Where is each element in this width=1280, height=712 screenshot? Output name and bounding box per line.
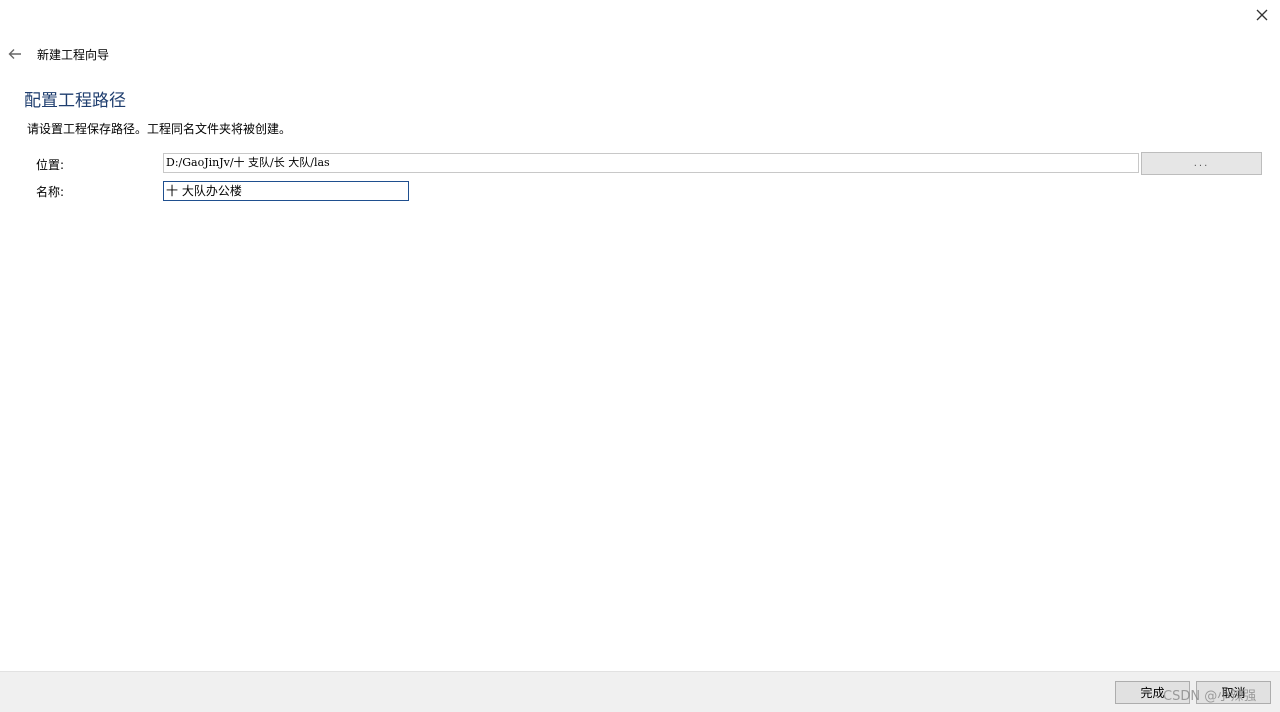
wizard-header: 新建工程向导 <box>6 44 109 64</box>
wizard-window: 新建工程向导 配置工程路径 请设置工程保存路径。工程同名文件夹将被创建。 位置:… <box>0 0 1280 712</box>
page-description: 请设置工程保存路径。工程同名文件夹将被创建。 <box>27 122 292 136</box>
back-button[interactable] <box>6 45 24 63</box>
close-button[interactable] <box>1250 4 1274 26</box>
finish-button[interactable]: 完成 <box>1115 681 1190 704</box>
location-label: 位置: <box>36 158 65 172</box>
cancel-button[interactable]: 取消 <box>1196 681 1271 704</box>
wizard-title: 新建工程向导 <box>37 47 110 62</box>
footer-bar: 完成 取消 <box>0 671 1280 712</box>
name-label: 名称: <box>36 185 65 199</box>
page-title: 配置工程路径 <box>24 91 126 111</box>
browse-button[interactable]: ... <box>1141 152 1262 175</box>
arrow-left-icon <box>8 45 22 64</box>
name-input[interactable]: 十 大队办公楼 <box>163 181 409 201</box>
close-icon <box>1256 6 1268 25</box>
location-input[interactable]: D:/GaoJinJv/十 支队/长 大队/las <box>163 153 1139 173</box>
